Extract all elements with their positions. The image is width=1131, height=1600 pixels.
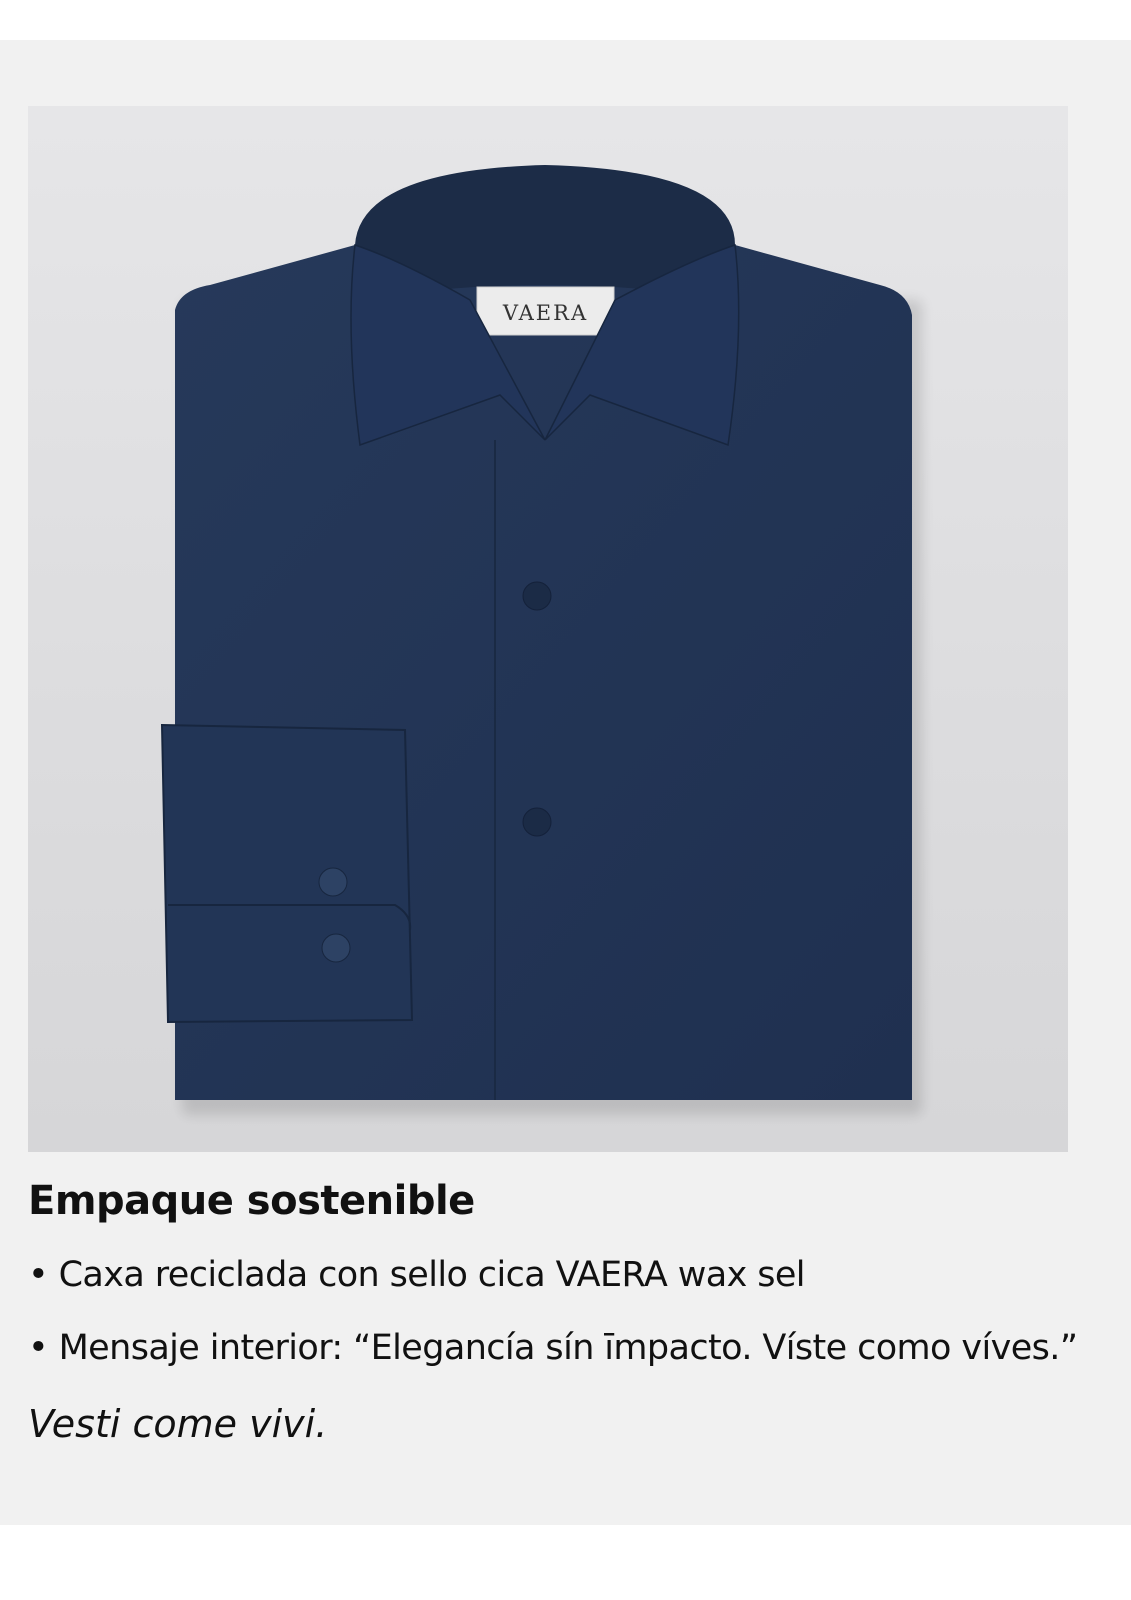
bullet-text: Caxa reciclada con sello cica VAERA wax … bbox=[58, 1255, 806, 1295]
bullet-text: Mensaje interior: “Elegancía sín īmpacto… bbox=[58, 1328, 1078, 1368]
sleeve-cuff bbox=[160, 723, 414, 1024]
bullet-recycled-box: • Caxa reciclada con sello cica VAERA wa… bbox=[28, 1255, 806, 1295]
bullet-inner-message: • Mensaje interior: “Elegancía sín īmpac… bbox=[28, 1328, 1078, 1368]
brand-label-text: VAERA bbox=[502, 301, 588, 325]
bullet-marker: • bbox=[28, 1255, 49, 1295]
section-title: Empaque sostenible bbox=[28, 1178, 475, 1224]
folded-shirt-illustration: VAERA bbox=[160, 165, 922, 1115]
tagline: Vesti come vivi. bbox=[28, 1402, 328, 1446]
bullet-marker: • bbox=[28, 1328, 49, 1368]
product-photo: VAERA bbox=[28, 106, 1068, 1152]
